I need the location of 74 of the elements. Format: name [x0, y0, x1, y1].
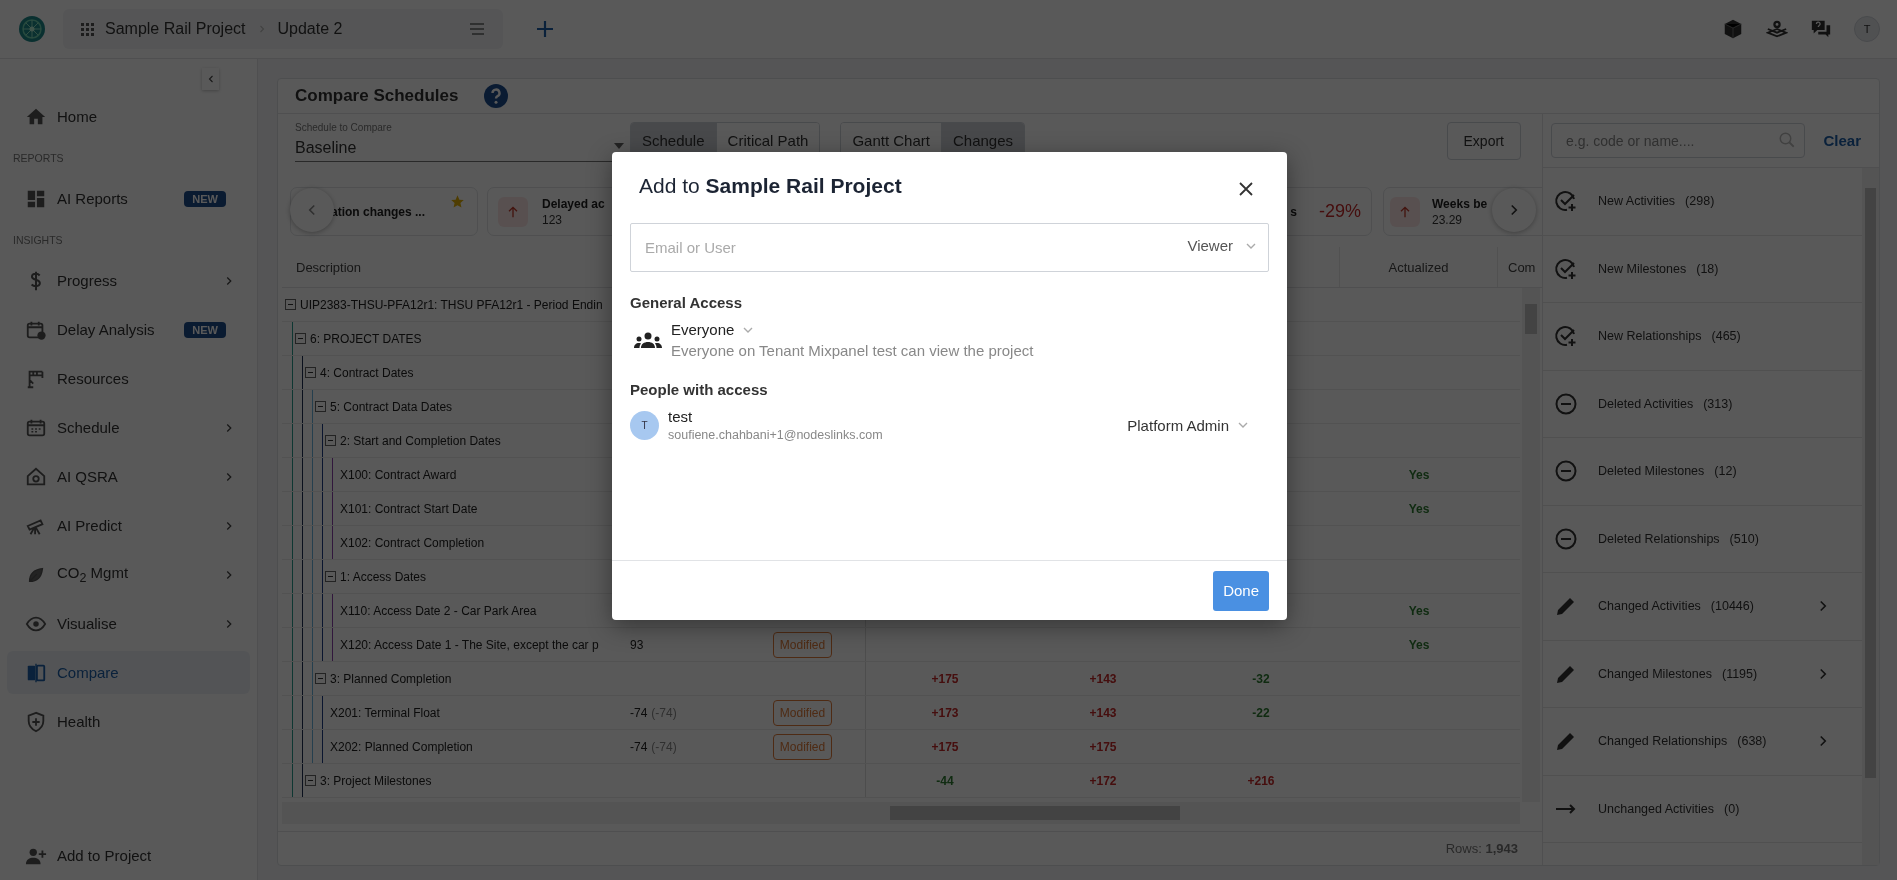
access-description: Everyone on Tenant Mixpanel test can view the project	[671, 342, 1034, 359]
table-cell: Yes	[1408, 637, 1430, 652]
metric-title: Weeks be	[1432, 196, 1488, 211]
activity-name: 6: PROJECT DATES	[310, 331, 422, 346]
filter-count: (0)	[1724, 801, 1740, 816]
section-heading: General Access	[630, 294, 744, 311]
table-cell: Yes	[1408, 603, 1430, 618]
column-header: Com	[1508, 259, 1536, 275]
filter-count: (12)	[1714, 464, 1737, 479]
table-cell: -44	[936, 773, 954, 788]
filter-label: Deleted Milestones	[1598, 464, 1705, 479]
column-header: Description	[296, 259, 362, 275]
filter-label: Changed Milestones	[1598, 666, 1712, 681]
page-title: Compare Schedules	[295, 86, 459, 106]
activity-name: 3: Planned Completion	[330, 671, 452, 686]
filter-label: New Activities	[1598, 194, 1676, 209]
activity-name: 5: Contract Data Dates	[330, 399, 453, 414]
activity-name: 4: Contract Dates	[320, 365, 414, 380]
filter-count: (465)	[1711, 329, 1741, 344]
activity-name: X110: Access Date 2 - Car Park Area	[339, 603, 537, 618]
user-name: test	[668, 408, 694, 425]
table-cell: Yes	[1408, 501, 1430, 516]
new-badge: NEW	[184, 321, 226, 338]
activity-name: X202: Planned Completion	[329, 739, 473, 754]
activity-name: 1: Access Dates	[340, 569, 427, 584]
filter-label: Changed Activities	[1598, 599, 1701, 614]
float-value: 93	[630, 637, 644, 652]
filter-count: (10446)	[1710, 599, 1754, 614]
table-cell: +143	[1089, 705, 1117, 720]
new-badge: NEW	[184, 190, 226, 207]
table-cell: +175	[1089, 739, 1117, 754]
metric-title: Delayed ac	[542, 196, 605, 211]
metric-title: s	[1290, 204, 1297, 219]
filter-count: (510)	[1729, 531, 1759, 546]
filter-count: (638)	[1737, 734, 1767, 749]
metric-value: 123	[542, 212, 564, 227]
filter-count: (18)	[1696, 261, 1719, 276]
table-cell: +172	[1089, 773, 1117, 788]
status-badge: Modified	[772, 733, 833, 760]
activity-name: X101: Contract Start Date	[339, 501, 478, 516]
table-cell: +173	[931, 705, 959, 720]
filter-label: Unchanged Activities	[1598, 801, 1715, 816]
filter-count: (1195)	[1721, 666, 1758, 681]
activity-name: 2: Start and Completion Dates	[340, 433, 501, 448]
status-badge: Modified	[772, 699, 833, 726]
table-cell: +216	[1247, 773, 1275, 788]
activity-name: X201: Terminal Float	[329, 705, 440, 720]
activity-name: X102: Contract Completion	[339, 535, 485, 550]
filter-label: New Relationships	[1598, 329, 1702, 344]
table-cell: -32	[1252, 671, 1270, 686]
float-value: -74	[630, 705, 648, 720]
activity-name: UIP2383-THSU-PFA12r1: THSU PFA12r1 - Period Endin	[300, 297, 603, 312]
table-cell: Yes	[1408, 467, 1430, 482]
table-cell: +143	[1089, 671, 1117, 686]
table-cell: +175	[931, 671, 959, 686]
filter-count: (298)	[1685, 194, 1715, 209]
filter-label: Deleted Relationships	[1598, 531, 1720, 546]
filter-label: Deleted Activities	[1598, 396, 1694, 411]
section-heading: People with access	[630, 381, 769, 398]
column-header: Actualized	[1388, 259, 1449, 275]
filter-label: Changed Relationships	[1598, 734, 1728, 749]
activity-name: X100: Contract Award	[339, 467, 457, 482]
table-cell: -22	[1252, 705, 1270, 720]
user-email: soufiene.chahbani+1@nodeslinks.com	[668, 428, 883, 442]
filter-label: New Milestones	[1598, 261, 1687, 276]
table-cell: +175	[931, 739, 959, 754]
filter-count: (313)	[1703, 396, 1733, 411]
activity-name: X120: Access Date 1 - The Site, except the car p	[339, 637, 599, 652]
float-value: -74	[630, 739, 648, 754]
activity-name: 3: Project Milestones	[320, 773, 432, 788]
status-badge: Modified	[772, 631, 833, 658]
metric-value: -29%	[1318, 201, 1361, 222]
user-avatar: T	[630, 410, 659, 440]
metric-value: 23.29	[1432, 212, 1464, 227]
